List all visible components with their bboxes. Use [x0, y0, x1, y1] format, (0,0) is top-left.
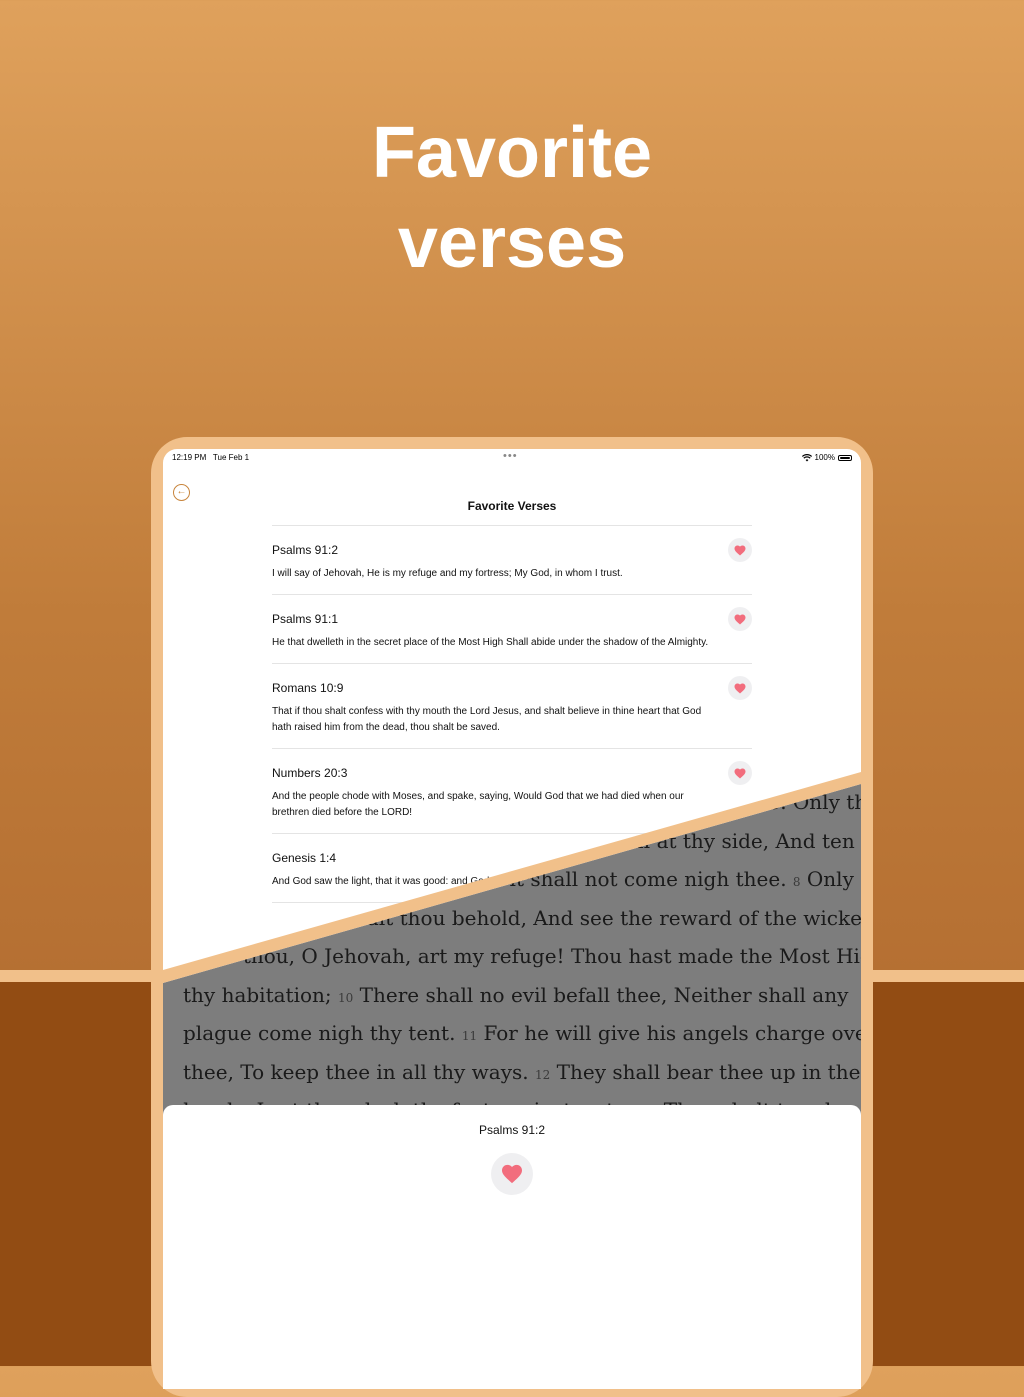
list-item[interactable]: Romans 10:9 That if thou shalt confess w…: [272, 664, 752, 749]
list-item[interactable]: Psalms 91:1 He that dwelleth in the secr…: [272, 595, 752, 664]
headline-line-1: Favorite: [371, 113, 653, 193]
verse-number: 12: [535, 1068, 551, 1082]
verse-text: I will say of Jehovah, He is my refuge a…: [272, 568, 623, 579]
list-item[interactable]: Psalms 91:2 I will say of Jehovah, He is…: [272, 526, 752, 595]
favorite-button[interactable]: [491, 1153, 533, 1195]
verse-action-sheet: Psalms 91:2: [163, 1105, 861, 1389]
reader-line: thy habitation; 10 There shall no evil b…: [183, 983, 849, 1007]
heart-icon: [502, 1164, 522, 1184]
reader-line: plague come nigh thy tent. 11 For he wil…: [183, 1021, 861, 1045]
heart-icon: [734, 683, 746, 693]
battery-percentage: 100%: [814, 453, 835, 462]
verse-text: And the people chode with Moses, and spa…: [272, 791, 684, 818]
favorite-button[interactable]: [728, 676, 752, 700]
list-item[interactable]: Numbers 20:3 And the people chode with M…: [272, 749, 752, 834]
battery-icon: [838, 454, 852, 461]
tablet-frame: 12:19 PM Tue Feb 1 ••• 100% ← Favorite V…: [151, 437, 873, 1397]
status-bar: 12:19 PM Tue Feb 1 ••• 100%: [163, 449, 861, 467]
page-title: Favorite Verses: [467, 499, 557, 513]
verse-number: 11: [461, 1029, 478, 1043]
heart-icon: [734, 768, 746, 778]
tablet-screen: 12:19 PM Tue Feb 1 ••• 100% ← Favorite V…: [163, 449, 861, 1389]
verse-reference: Psalms 91:1: [272, 612, 339, 626]
verse-reference: Psalms 91:2: [272, 543, 339, 557]
verse-reference: Numbers 20:3: [272, 766, 348, 780]
heart-icon: [734, 614, 746, 624]
favorite-button[interactable]: [728, 761, 752, 785]
verse-number: 10: [338, 991, 354, 1005]
sheet-title: Psalms 91:2: [478, 1123, 546, 1137]
status-indicators: 100%: [801, 453, 852, 462]
verse-reference: Romans 10:9: [272, 681, 344, 695]
headline: Favorite verses: [0, 108, 1024, 288]
status-time: 12:19 PM Tue Feb 1: [172, 453, 250, 462]
verse-number: 8: [792, 875, 801, 889]
wifi-icon: [801, 453, 812, 461]
multitasking-dots-icon[interactable]: •••: [503, 450, 518, 462]
favorite-button[interactable]: [728, 538, 752, 562]
favorite-button[interactable]: [728, 607, 752, 631]
verse-text: That if thou shalt confess with thy mout…: [272, 706, 702, 733]
heart-icon: [734, 545, 746, 555]
verse-text: He that dwelleth in the secret place of …: [272, 637, 709, 648]
reader-line: with thine eyes shalt thou behold, And s…: [183, 906, 861, 930]
headline-line-2: verses: [397, 203, 627, 283]
reader-line: thee, To keep thee in all thy ways. 12 T…: [183, 1060, 861, 1084]
